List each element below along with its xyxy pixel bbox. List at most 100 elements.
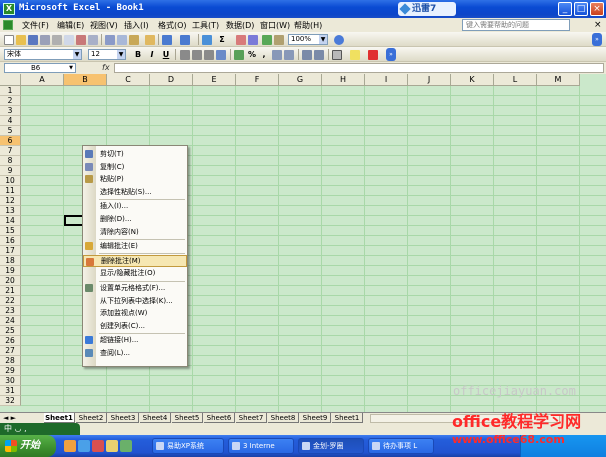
context-menu-item[interactable]: 选择性粘贴(S)... — [83, 186, 187, 198]
row-header[interactable]: 10 — [0, 176, 21, 186]
menu-view[interactable]: 视图(V) — [90, 20, 118, 31]
row-header[interactable]: 14 — [0, 216, 21, 226]
row-header[interactable]: 4 — [0, 116, 21, 126]
row-header[interactable]: 18 — [0, 256, 21, 266]
row-header[interactable]: 27 — [0, 346, 21, 356]
column-header[interactable]: F — [236, 74, 279, 86]
row-header[interactable]: 6 — [0, 136, 21, 146]
bold-button[interactable]: B — [132, 49, 144, 60]
new-icon[interactable] — [4, 35, 14, 45]
sheet-tab[interactable]: Sheet3 — [108, 413, 139, 423]
workbook-icon[interactable] — [3, 20, 13, 30]
context-menu-item[interactable]: 设置单元格格式(F)... — [83, 282, 187, 294]
column-header[interactable]: I — [365, 74, 408, 86]
select-all-corner[interactable] — [0, 74, 21, 86]
context-menu-item[interactable]: 超链接(H)... — [83, 334, 187, 346]
sort-ascending-icon[interactable] — [236, 35, 246, 45]
ie-icon[interactable] — [78, 440, 90, 452]
column-header[interactable]: M — [537, 74, 580, 86]
sheet-tab[interactable]: Sheet6 — [204, 413, 235, 423]
paste-toolbar-icon[interactable] — [129, 35, 139, 45]
minimize-button[interactable]: _ — [558, 2, 572, 16]
undo-icon[interactable] — [162, 35, 172, 45]
align-right-icon[interactable] — [204, 50, 214, 60]
menu-format[interactable]: 格式(O) — [158, 20, 187, 31]
open-icon[interactable] — [16, 35, 26, 45]
row-header[interactable]: 17 — [0, 246, 21, 256]
row-header[interactable]: 31 — [0, 386, 21, 396]
toolbar-options-icon[interactable]: » — [386, 48, 396, 61]
save-icon[interactable] — [28, 35, 38, 45]
print-icon[interactable] — [52, 35, 62, 45]
spelling-icon[interactable] — [76, 35, 86, 45]
row-header[interactable]: 32 — [0, 396, 21, 406]
context-menu-item[interactable]: 查阅(L)... — [83, 347, 187, 359]
row-header[interactable]: 2 — [0, 96, 21, 106]
chart-wizard-icon[interactable] — [262, 35, 272, 45]
help-search-input[interactable]: 键入需要帮助的问题 — [462, 19, 570, 31]
sheet-tab[interactable]: Sheet9 — [300, 413, 331, 423]
close-button[interactable]: × — [590, 2, 604, 16]
font-color-icon[interactable] — [368, 50, 378, 60]
align-center-icon[interactable] — [192, 50, 202, 60]
taskbar-button-system[interactable]: 易助XP系统 — [152, 438, 224, 454]
row-header[interactable]: 23 — [0, 306, 21, 316]
row-header[interactable]: 20 — [0, 276, 21, 286]
font-size-select[interactable]: 12 ▼ — [88, 49, 126, 60]
row-header[interactable]: 30 — [0, 376, 21, 386]
menu-insert[interactable]: 插入(I) — [124, 20, 149, 31]
excel-app-icon[interactable]: X — [3, 3, 15, 15]
language-bar[interactable]: 中 ◡ , — [0, 423, 80, 435]
row-header[interactable]: 28 — [0, 356, 21, 366]
row-header[interactable]: 25 — [0, 326, 21, 336]
copy-toolbar-icon[interactable] — [117, 35, 127, 45]
row-header[interactable]: 8 — [0, 156, 21, 166]
decrease-decimal-icon[interactable] — [284, 50, 294, 60]
context-menu-item[interactable]: 添加监视点(W) — [83, 307, 187, 319]
sheet-tab[interactable]: Sheet5 — [172, 413, 203, 423]
column-header[interactable]: J — [408, 74, 451, 86]
context-menu-item[interactable]: 复制(C) — [83, 161, 187, 173]
menu-tools[interactable]: 工具(T) — [192, 20, 219, 31]
taskbar-button-internet[interactable]: 3 Interne — [228, 438, 294, 454]
merge-center-icon[interactable] — [216, 50, 226, 60]
row-header[interactable]: 19 — [0, 266, 21, 276]
decrease-indent-icon[interactable] — [302, 50, 312, 60]
hyperlink-toolbar-icon[interactable] — [202, 35, 212, 45]
borders-icon[interactable] — [332, 50, 342, 60]
column-header[interactable]: L — [494, 74, 537, 86]
comma-style-button[interactable]: , — [258, 49, 270, 60]
permission-icon[interactable] — [40, 35, 50, 45]
menu-file[interactable]: 文件(F) — [22, 20, 49, 31]
insert-function-icon[interactable]: fx — [102, 63, 110, 72]
sheet-tab-nav[interactable]: ◄ ► — [3, 414, 16, 422]
underline-button[interactable]: U — [160, 49, 172, 60]
row-header[interactable]: 22 — [0, 296, 21, 306]
folder-icon[interactable] — [106, 440, 118, 452]
column-header[interactable]: A — [21, 74, 64, 86]
column-header[interactable]: E — [193, 74, 236, 86]
row-header[interactable]: 24 — [0, 316, 21, 326]
menu-data[interactable]: 数据(D) — [226, 20, 254, 31]
formula-input[interactable] — [114, 63, 604, 73]
sheet-tab[interactable]: Sheet7 — [236, 413, 267, 423]
sheet-tab[interactable]: Sheet4 — [140, 413, 171, 423]
print-preview-icon[interactable] — [64, 35, 74, 45]
column-header[interactable]: K — [451, 74, 494, 86]
maximize-button[interactable]: □ — [574, 2, 588, 16]
taskbar-button-todo[interactable]: 待办事项 L — [368, 438, 434, 454]
fill-color-icon[interactable] — [350, 50, 360, 60]
row-header[interactable]: 16 — [0, 236, 21, 246]
row-header[interactable]: 12 — [0, 196, 21, 206]
row-header[interactable]: 29 — [0, 366, 21, 376]
format-painter-icon[interactable] — [145, 35, 155, 45]
sheet-tab[interactable]: Sheet8 — [268, 413, 299, 423]
column-header[interactable]: D — [150, 74, 193, 86]
context-menu-item[interactable]: 清除内容(N) — [83, 226, 187, 238]
row-header[interactable]: 7 — [0, 146, 21, 156]
start-button[interactable]: 开始 — [0, 435, 56, 457]
toolbar-options-icon[interactable]: » — [592, 33, 602, 46]
context-menu-item[interactable]: 从下拉列表中选择(K)... — [83, 295, 187, 307]
drawing-icon[interactable] — [274, 35, 284, 45]
help-icon[interactable] — [334, 35, 344, 45]
